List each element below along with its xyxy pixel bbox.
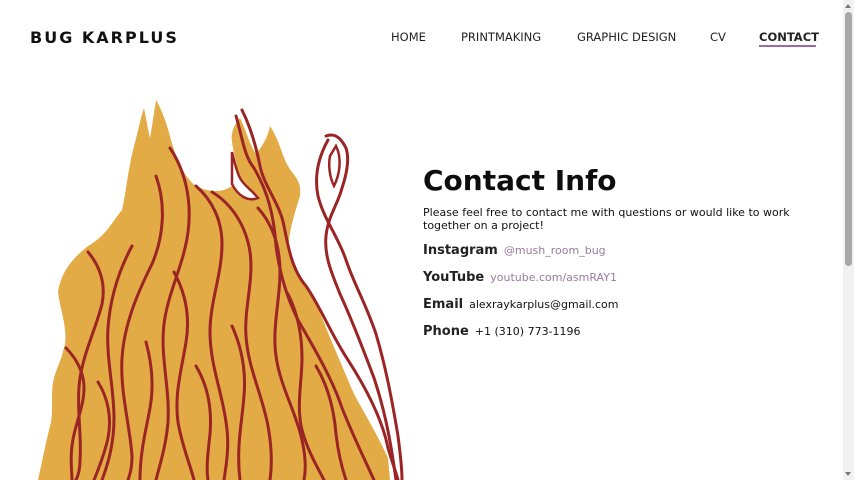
nav-cv[interactable]: CV xyxy=(710,30,726,44)
youtube-label: YouTube xyxy=(423,270,485,285)
phone-value: +1 (310) 773-1196 xyxy=(474,325,581,338)
nav-active-underline xyxy=(759,45,816,47)
email-label: Email xyxy=(423,297,464,312)
contact-row-instagram: Instagram @mush_room_bug xyxy=(423,243,813,259)
vertical-scrollbar[interactable] xyxy=(843,0,854,480)
nav-printmaking[interactable]: PRINTMAKING xyxy=(461,30,541,44)
contact-section: Contact Info Please feel free to contact… xyxy=(423,164,813,340)
scroll-down-arrow-icon[interactable] xyxy=(845,472,851,476)
instagram-label: Instagram xyxy=(423,243,498,258)
page: BUG KARPLUS HOME PRINTMAKING GRAPHIC DES… xyxy=(0,0,854,480)
nav-home[interactable]: HOME xyxy=(391,30,426,44)
scroll-up-arrow-icon[interactable] xyxy=(845,4,851,8)
contact-row-youtube: YouTube youtube.com/asmRAY1 xyxy=(423,270,813,286)
phone-label: Phone xyxy=(423,324,469,339)
nav-contact[interactable]: CONTACT xyxy=(759,30,819,44)
nav-graphic-design[interactable]: GRAPHIC DESIGN xyxy=(577,30,676,44)
site-logo[interactable]: BUG KARPLUS xyxy=(30,28,179,47)
email-value[interactable]: alexraykarplus@gmail.com xyxy=(469,298,618,311)
scroll-thumb[interactable] xyxy=(845,12,852,266)
instagram-link[interactable]: @mush_room_bug xyxy=(504,244,606,257)
contact-row-email: Email alexraykarplus@gmail.com xyxy=(423,297,813,313)
contact-title: Contact Info xyxy=(423,164,617,197)
contact-intro: Please feel free to contact me with ques… xyxy=(423,206,790,232)
youtube-link[interactable]: youtube.com/asmRAY1 xyxy=(490,271,617,284)
flame-illustration xyxy=(38,100,404,480)
contact-row-phone: Phone +1 (310) 773-1196 xyxy=(423,324,813,340)
